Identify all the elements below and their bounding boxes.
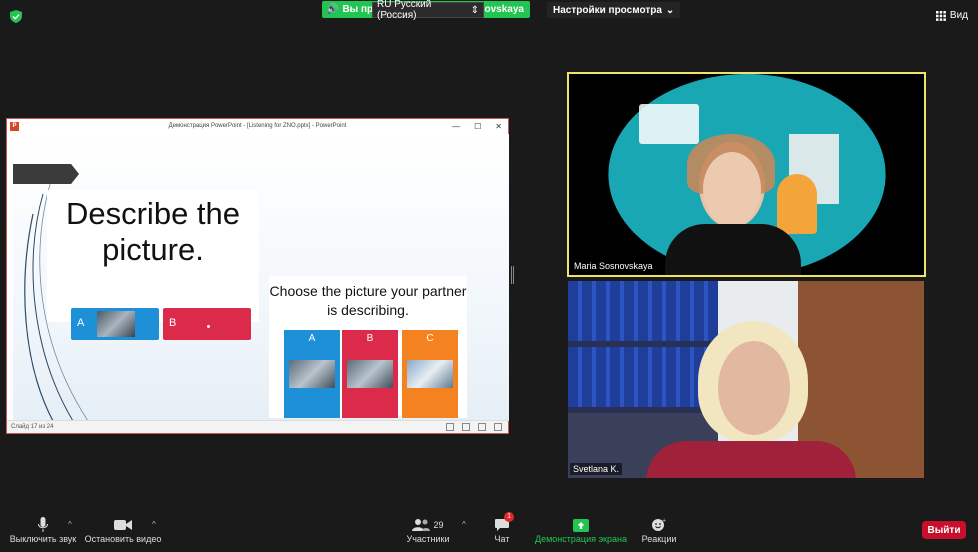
picture-card-b: B xyxy=(342,330,398,418)
participant-face xyxy=(718,341,790,435)
language-value: RU Русский (Россия) xyxy=(377,0,432,21)
participants-count: 29 xyxy=(433,520,444,530)
participants-icon xyxy=(412,519,431,531)
card-a-label: A xyxy=(308,333,316,344)
participants-options-caret[interactable]: ^ xyxy=(462,520,466,529)
stop-video-button[interactable]: Остановить видео xyxy=(84,516,162,544)
option-b: B xyxy=(163,308,251,340)
option-a-label: A xyxy=(77,317,85,329)
ppt-titlebar[interactable]: P Демонстрация PowerPoint - [Listening f… xyxy=(7,119,508,133)
video-tile[interactable]: Svetlana K. xyxy=(568,281,924,478)
reactions-label: Реакции xyxy=(641,534,677,544)
participants-button[interactable]: 29 Участники xyxy=(402,516,454,544)
dot xyxy=(207,325,210,328)
participant-name: Svetlana K. xyxy=(570,463,623,475)
powerpoint-window[interactable]: P Демонстрация PowerPoint - [Listening f… xyxy=(6,118,509,434)
binders xyxy=(568,347,718,407)
maximize-icon[interactable]: ☐ xyxy=(474,122,481,131)
svg-text:+: + xyxy=(662,518,666,524)
participant-face xyxy=(703,152,761,226)
arrow-shape xyxy=(13,164,79,184)
describe-card: Describe the picture. A B xyxy=(47,190,259,340)
picture-card-c: C xyxy=(402,330,458,418)
participants-label: Участники xyxy=(406,534,450,544)
view-label: Вид xyxy=(949,10,968,21)
view-normal-icon[interactable] xyxy=(446,423,454,431)
microphone-icon xyxy=(38,517,48,532)
slide: Describe the picture. A B Choose the pic… xyxy=(13,134,509,421)
participant-name: Maria Sosnovskaya xyxy=(571,260,656,272)
option-a-photo xyxy=(97,311,135,337)
option-b-label: B xyxy=(169,317,177,329)
slide-counter: Слайд 17 из 24 xyxy=(11,424,54,430)
slide-subheading: Choose the picture your partner is descr… xyxy=(269,283,467,318)
grid-icon xyxy=(935,10,946,21)
card-c-photo xyxy=(407,360,453,388)
view-reading-icon[interactable] xyxy=(478,423,486,431)
language-select[interactable]: RU Русский (Россия) ⇕ xyxy=(372,0,484,21)
participant-clothes xyxy=(665,224,801,275)
chat-label: Чат xyxy=(494,534,510,544)
reactions-button[interactable]: + Реакции xyxy=(638,516,680,544)
card-b-photo xyxy=(347,360,393,388)
mute-label: Выключить звук xyxy=(9,534,77,544)
ppt-window-title: Демонстрация PowerPoint - [Listening for… xyxy=(168,123,347,129)
card-c-label: C xyxy=(426,333,434,344)
choose-card: Choose the picture your partner is descr… xyxy=(269,276,467,418)
minimize-icon[interactable]: — xyxy=(452,122,460,131)
background-figure xyxy=(777,174,817,234)
video-options-caret[interactable]: ^ xyxy=(152,520,156,529)
card-b-label: B xyxy=(366,333,374,344)
chat-badge: 1 xyxy=(504,512,514,522)
chat-button[interactable]: 1 Чат xyxy=(482,512,522,544)
participant-clothes xyxy=(646,441,856,478)
chevron-down-icon: ⌄ xyxy=(665,4,675,16)
security-shield-icon[interactable] xyxy=(10,10,22,23)
close-icon[interactable]: ✕ xyxy=(495,122,502,131)
binders xyxy=(568,281,718,341)
video-camera-icon xyxy=(114,520,132,530)
chevron-updown-icon: ⇕ xyxy=(470,4,479,16)
picture-card-a: A xyxy=(284,330,340,418)
share-screen-label: Демонстрация экрана xyxy=(535,534,627,544)
leave-button[interactable]: Выйти xyxy=(922,521,966,539)
option-a: A xyxy=(71,308,159,340)
slide-heading: Describe the picture. xyxy=(65,196,241,267)
split-handle[interactable] xyxy=(511,266,514,284)
smiley-icon: + xyxy=(652,518,666,531)
view-sorter-icon[interactable] xyxy=(462,423,470,431)
view-options-label: Настройки просмотра xyxy=(553,4,662,16)
video-tile-active[interactable]: Maria Sosnovskaya xyxy=(567,72,926,277)
speaker-icon: 🔊 xyxy=(326,4,339,15)
stop-video-label: Остановить видео xyxy=(84,534,162,544)
view-options-button[interactable]: Настройки просмотра ⌄ xyxy=(547,2,681,18)
ppt-statusbar: Слайд 17 из 24 xyxy=(7,420,508,433)
view-slideshow-icon[interactable] xyxy=(494,423,502,431)
card-a-photo xyxy=(289,360,335,388)
meeting-toolbar: Выключить звук ^ Остановить видео ^ 29 У… xyxy=(0,508,978,552)
share-screen-button[interactable]: Демонстрация экрана xyxy=(534,516,628,544)
share-screen-icon xyxy=(573,518,589,532)
view-button[interactable]: Вид xyxy=(935,10,968,21)
mute-options-caret[interactable]: ^ xyxy=(68,520,72,529)
background-graphic xyxy=(639,104,699,144)
